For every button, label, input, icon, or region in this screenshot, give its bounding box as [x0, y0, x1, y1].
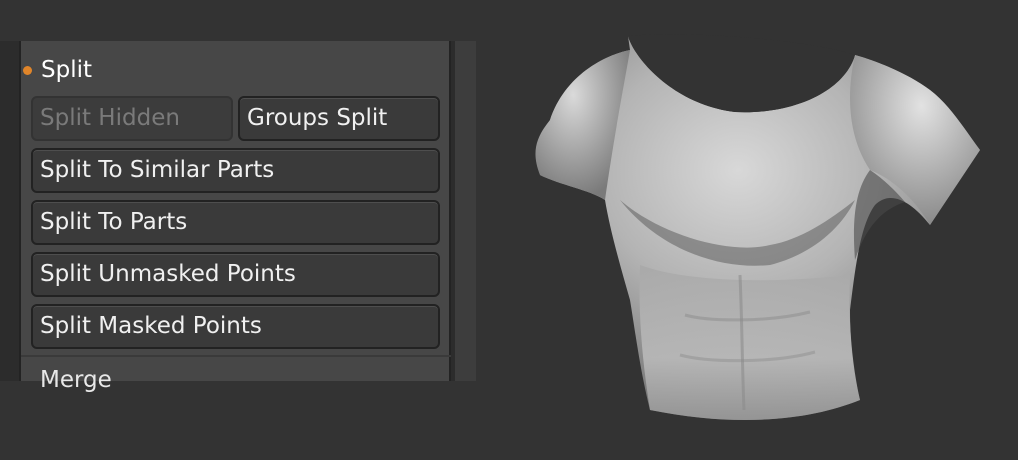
split-unmasked-points-button[interactable]: Split Unmasked Points: [31, 252, 440, 297]
merge-section-header[interactable]: Merge: [40, 365, 112, 395]
split-to-similar-parts-button[interactable]: Split To Similar Parts: [31, 148, 440, 193]
split-hidden-button[interactable]: Split Hidden: [31, 96, 233, 141]
groups-split-button[interactable]: Groups Split: [238, 96, 440, 141]
abdomen: [639, 265, 860, 421]
split-masked-points-button[interactable]: Split Masked Points: [31, 304, 440, 349]
panel-scrollbar[interactable]: [455, 41, 476, 381]
section-divider: [21, 355, 451, 357]
torso-model-viewport[interactable]: [510, 30, 990, 440]
split-to-parts-button[interactable]: Split To Parts: [31, 200, 440, 245]
split-section-header[interactable]: Split: [23, 55, 92, 85]
section-active-dot-icon: [23, 65, 32, 75]
split-section-title: Split: [41, 57, 92, 83]
